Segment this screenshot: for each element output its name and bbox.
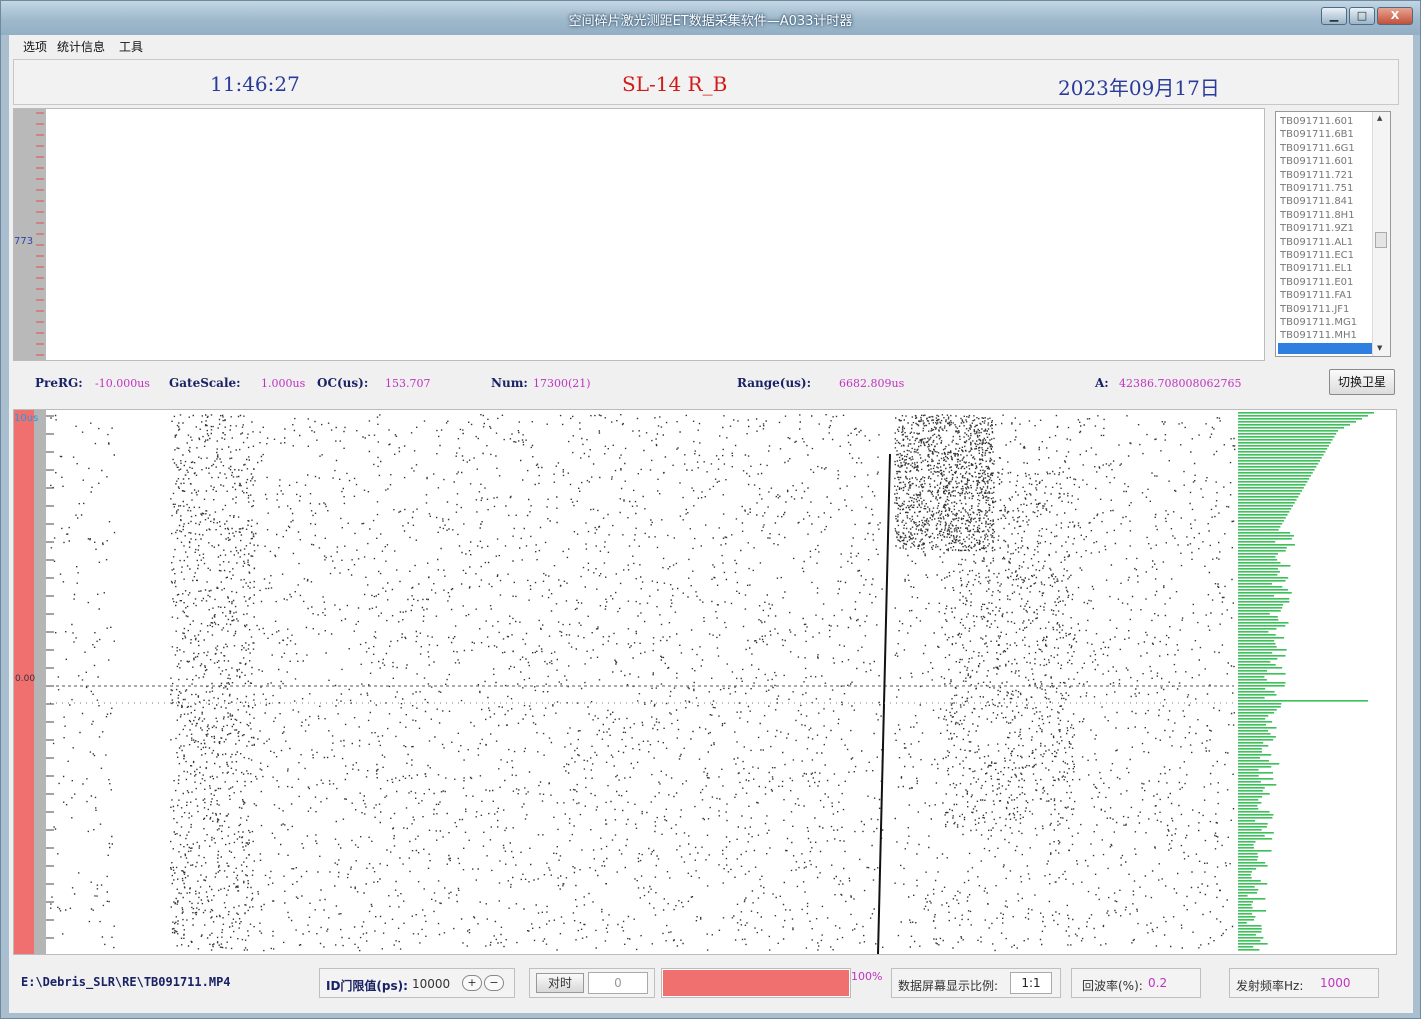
gatescale-value: 1.000us bbox=[261, 377, 306, 390]
window-title: 空间碎片激光测距ET数据采集软件—A033计时器 bbox=[568, 14, 853, 29]
file-list-item[interactable]: TB091711.MG1 bbox=[1280, 316, 1372, 329]
a-label: A: bbox=[1095, 376, 1109, 390]
prerg-label: PreRG: bbox=[35, 376, 83, 390]
file-list-item[interactable]: TB091711.E01 bbox=[1280, 276, 1372, 289]
num-label: Num: bbox=[491, 376, 528, 390]
oc-label: OC(us): bbox=[317, 376, 369, 390]
minimize-icon: ▁ bbox=[1329, 9, 1339, 22]
file-list-item[interactable]: TB091711.601 bbox=[1280, 115, 1372, 128]
progress-bar bbox=[661, 968, 851, 998]
range-gate-plot[interactable]: 773 bbox=[13, 108, 1265, 361]
current-time: 11:46:27 bbox=[210, 72, 300, 96]
num-value: 17300(21) bbox=[533, 377, 591, 390]
display-ratio-label: 数据屏幕显示比例: bbox=[898, 979, 999, 993]
progress-fill bbox=[663, 970, 849, 996]
timing-group: 对时 0 bbox=[529, 968, 655, 998]
signal-trace-line bbox=[877, 453, 891, 954]
file-list-item[interactable]: TB091711.FA1 bbox=[1280, 289, 1372, 302]
app-window: 空间碎片激光测距ET数据采集软件—A033计时器 ▁ □ X 选项 统计信息 工… bbox=[0, 0, 1421, 1019]
prerg-value: -10.000us bbox=[95, 377, 150, 390]
gatescale-label: GateScale: bbox=[169, 376, 241, 390]
info-bar: PreRG: -10.000us GateScale: 1.000us OC(u… bbox=[29, 366, 1399, 402]
file-list-item[interactable]: TB091711.6B1 bbox=[1280, 128, 1372, 141]
fire-rate-group: 发射频率Hz: 1000 bbox=[1229, 968, 1379, 998]
current-date: 2023年09月17日 bbox=[1058, 76, 1220, 100]
file-list-item[interactable]: TB091711.841 bbox=[1280, 195, 1372, 208]
minimize-button[interactable]: ▁ bbox=[1321, 7, 1347, 25]
maximize-button[interactable]: □ bbox=[1349, 7, 1375, 25]
title-bar[interactable]: 空间碎片激光测距ET数据采集软件—A033计时器 ▁ □ X bbox=[1, 1, 1420, 35]
file-list-item[interactable]: TB091711.6G1 bbox=[1280, 142, 1372, 155]
scroll-down-icon[interactable]: ▼ bbox=[1377, 344, 1382, 352]
range-label: Range(us): bbox=[737, 376, 812, 390]
scroll-thumb[interactable] bbox=[1375, 232, 1387, 248]
file-path: E:\Debris_SLR\RE\TB091711.MP4 bbox=[21, 975, 231, 989]
increase-button[interactable]: + bbox=[462, 975, 482, 991]
id-threshold-label: ID门限值(ps): bbox=[326, 979, 408, 993]
client-area: 11:46:27 SL-14 R_B 2023年09月17日 773 TB091… bbox=[9, 55, 1413, 1013]
timing-offset-input[interactable]: 0 bbox=[588, 972, 648, 994]
a-value: 42386.708008062765 bbox=[1119, 377, 1242, 390]
y-axis-top-label: 10us bbox=[14, 413, 39, 424]
status-bar: E:\Debris_SLR\RE\TB091711.MP4 ID门限值(ps):… bbox=[13, 960, 1399, 1006]
fire-rate-value: 1000 bbox=[1320, 976, 1351, 990]
echo-rate-group: 回波率(%): 0.2 bbox=[1071, 968, 1201, 998]
menu-statistics[interactable]: 统计信息 bbox=[57, 38, 105, 55]
file-list-item[interactable]: TB091711.EL1 bbox=[1280, 262, 1372, 275]
target-name: SL-14 R_B bbox=[622, 72, 728, 96]
file-list-item[interactable]: TB091711.721 bbox=[1280, 169, 1372, 182]
menu-options[interactable]: 选项 bbox=[23, 38, 47, 55]
ruler-ticks bbox=[36, 112, 44, 356]
maximize-icon: □ bbox=[1356, 9, 1368, 22]
id-threshold-group: ID门限值(ps): 10000 + − bbox=[319, 968, 515, 998]
echo-scatter-plot[interactable]: 10us 0.00 bbox=[13, 409, 1397, 955]
echo-rate-label: 回波率(%): bbox=[1082, 979, 1143, 993]
menu-bar: 选项 统计信息 工具 bbox=[9, 35, 1413, 55]
display-ratio-input[interactable]: 1:1 bbox=[1010, 972, 1052, 994]
range-value: 6682.809us bbox=[839, 377, 905, 390]
echo-points bbox=[50, 414, 1236, 952]
echo-rate-value: 0.2 bbox=[1148, 976, 1168, 990]
scroll-up-icon[interactable]: ▲ bbox=[1377, 114, 1382, 122]
file-list-scrollbar[interactable]: ▲ ▼ bbox=[1372, 112, 1390, 356]
file-list-item[interactable]: TB091711.601 bbox=[1280, 155, 1372, 168]
file-list-item[interactable]: TB091711.AL1 bbox=[1280, 236, 1372, 249]
progress-percent: 100% bbox=[851, 970, 883, 983]
fire-rate-label: 发射频率Hz: bbox=[1236, 979, 1304, 993]
oc-value: 153.707 bbox=[385, 377, 431, 390]
file-list-item[interactable]: TB091711.MH1 bbox=[1280, 329, 1372, 342]
decrease-button[interactable]: − bbox=[484, 975, 504, 991]
range-histogram bbox=[1238, 412, 1374, 951]
file-list-item[interactable]: TB091711.9Z1 bbox=[1280, 222, 1372, 235]
menu-tools[interactable]: 工具 bbox=[119, 38, 143, 55]
file-list-item[interactable]: TB091711.8H1 bbox=[1280, 209, 1372, 222]
file-list[interactable]: TB091711.601 TB091711.6B1 TB091711.6G1 TB09… bbox=[1275, 111, 1391, 357]
close-icon: X bbox=[1390, 9, 1400, 22]
file-list-item[interactable]: TB091711.JF1 bbox=[1280, 303, 1372, 316]
display-ratio-group: 数据屏幕显示比例: 1:1 bbox=[891, 968, 1061, 998]
header-panel: 11:46:27 SL-14 R_B 2023年09月17日 bbox=[13, 59, 1399, 105]
scatter-canvas bbox=[44, 412, 1374, 954]
timing-button[interactable]: 对时 bbox=[536, 973, 584, 993]
switch-satellite-button[interactable]: 切换卫星 bbox=[1329, 369, 1395, 395]
id-threshold-value: 10000 bbox=[412, 977, 451, 991]
file-list-item[interactable]: TB091711.EC1 bbox=[1280, 249, 1372, 262]
file-list-item[interactable]: TB091711.751 bbox=[1280, 182, 1372, 195]
range-ruler bbox=[14, 109, 46, 360]
time-ruler bbox=[34, 410, 46, 954]
y-axis-zero-label: 0.00 bbox=[15, 674, 36, 684]
close-button[interactable]: X bbox=[1377, 7, 1413, 25]
ruler-value-label: 773 bbox=[14, 236, 34, 247]
file-list-selected-row[interactable] bbox=[1278, 343, 1372, 354]
